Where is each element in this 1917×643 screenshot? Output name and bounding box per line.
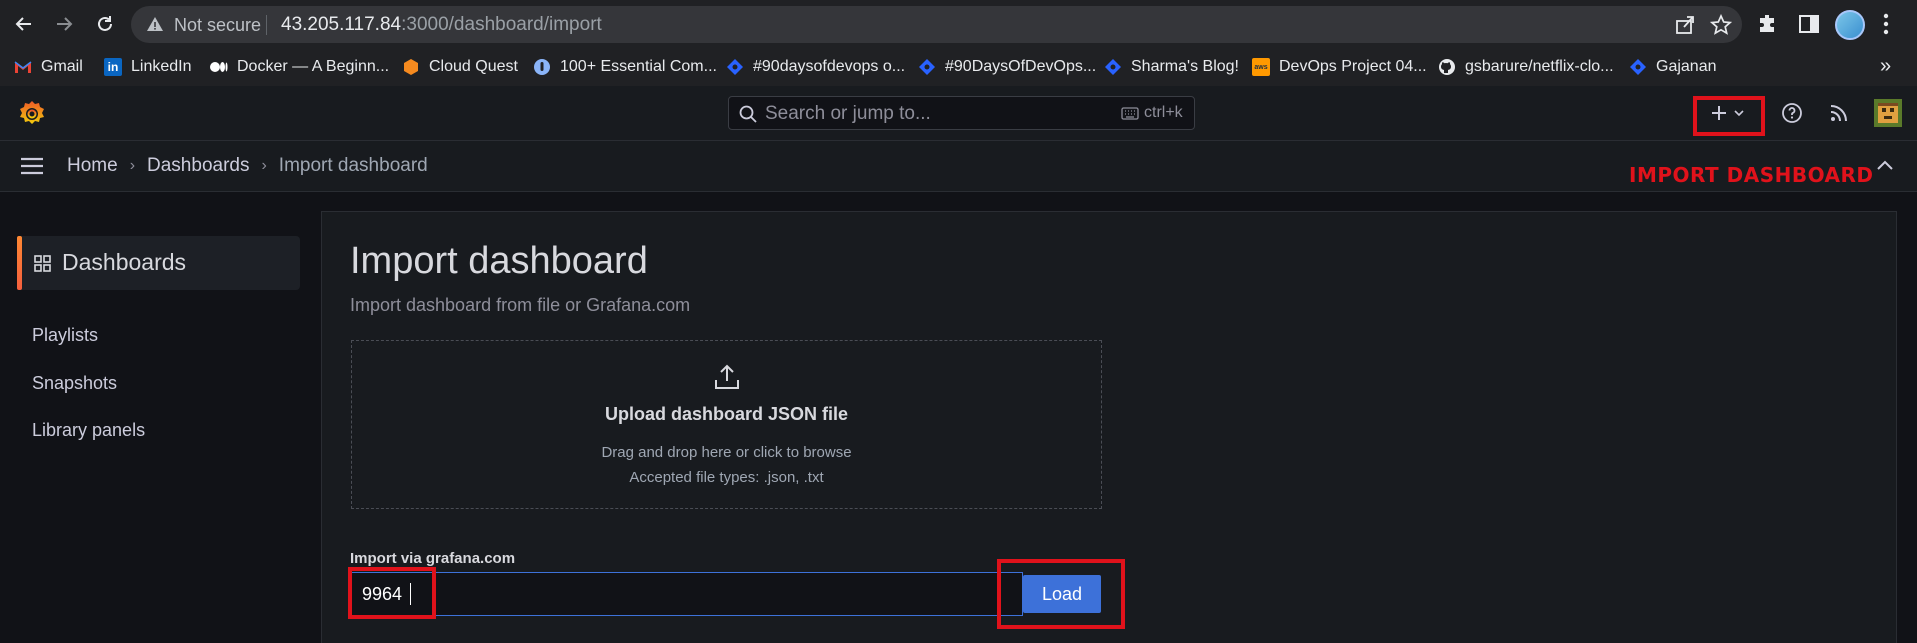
upload-title: Upload dashboard JSON file xyxy=(604,404,849,424)
search-shortcut: ctrl+k xyxy=(1144,104,1183,121)
warning-icon xyxy=(147,17,163,31)
import-via-label: Import via grafana.com xyxy=(350,550,516,567)
page-subtitle: Import dashboard from file or Grafana.co… xyxy=(350,295,691,315)
page-title: Import dashboard xyxy=(350,240,648,282)
bookmark-gmail[interactable]: Gmail xyxy=(14,57,83,77)
site-icon xyxy=(533,58,551,76)
grafana-com-id-input[interactable] xyxy=(362,582,1002,606)
chevron-up-icon[interactable] xyxy=(1876,159,1894,171)
chevron-down-icon xyxy=(1734,110,1744,117)
url-path: :3000/dashboard/import xyxy=(401,14,602,35)
news-feed-icon[interactable] xyxy=(1829,103,1849,123)
bookmark-linkedin[interactable]: in LinkedIn xyxy=(104,57,192,77)
grafana-topbar: Search or jump to... ctrl+k xyxy=(0,86,1917,141)
chrome-menu-icon[interactable] xyxy=(1880,12,1892,36)
sidebar-item-snapshots[interactable]: Snapshots xyxy=(32,373,117,394)
bookmark-label: Sharma's Blog! xyxy=(1131,58,1239,75)
search-box[interactable]: Search or jump to... ctrl+k xyxy=(728,96,1195,130)
sidebar-item-label: Dashboards xyxy=(62,249,187,275)
bookmark-label: DevOps Project 04... xyxy=(1279,58,1427,75)
reload-button[interactable] xyxy=(91,10,119,38)
breadcrumb-separator: › xyxy=(261,157,267,174)
github-icon xyxy=(1438,58,1456,76)
address-bar[interactable]: Not secure 43.205.117.84:3000/dashboard/… xyxy=(131,6,1742,43)
url-text[interactable]: 43.205.117.84:3000/dashboard/import xyxy=(281,14,602,36)
back-button[interactable] xyxy=(10,10,38,38)
bookmark-label: Docker — A Beginn... xyxy=(237,58,390,75)
search-icon xyxy=(739,105,757,123)
bookmark-label: #90DaysOfDevOps... xyxy=(945,58,1097,75)
upload-icon xyxy=(715,364,739,389)
text-cursor xyxy=(410,583,411,605)
plus-icon xyxy=(1712,106,1726,120)
aws-icon: aws xyxy=(1252,58,1270,76)
breadcrumb: Home › Dashboards › Import dashboard xyxy=(67,155,428,177)
url-host: 43.205.117.84 xyxy=(281,14,402,35)
bookmark-label: LinkedIn xyxy=(131,58,192,75)
bookmark-label: Gajanan xyxy=(1656,58,1717,75)
load-button[interactable]: Load xyxy=(1023,575,1101,613)
dashboards-grid-icon xyxy=(34,255,51,272)
bookmark-90daysofdevops[interactable]: #90daysofdevops o... xyxy=(726,57,905,77)
user-avatar[interactable] xyxy=(1874,99,1902,127)
extensions-icon[interactable] xyxy=(1756,12,1780,36)
sidebar-item-library-panels[interactable]: Library panels xyxy=(32,420,145,441)
upload-dropzone[interactable]: Upload dashboard JSON file Drag and drop… xyxy=(351,340,1102,509)
bookmark-label: #90daysofdevops o... xyxy=(753,58,906,75)
bookmark-essential[interactable]: 100+ Essential Com... xyxy=(533,57,717,77)
hashnode-icon xyxy=(1629,58,1647,76)
search-placeholder: Search or jump to... xyxy=(765,103,931,124)
bookmark-label: Gmail xyxy=(41,58,83,75)
bookmark-github[interactable]: gsbarure/netflix-clo... xyxy=(1438,57,1614,77)
forward-arrow-icon xyxy=(57,17,73,31)
side-panel-icon[interactable] xyxy=(1797,12,1821,36)
active-indicator xyxy=(17,236,22,290)
breadcrumb-dashboards[interactable]: Dashboards xyxy=(147,155,249,177)
breadcrumb-separator: › xyxy=(129,157,136,174)
reload-icon xyxy=(98,16,112,31)
keyboard-icon xyxy=(1121,107,1139,120)
medium-icon xyxy=(210,58,228,76)
hashnode-icon xyxy=(918,58,936,76)
bookmark-90daysofdevops-2[interactable]: #90DaysOfDevOps... xyxy=(918,57,1096,77)
import-dashboard-annotation: IMPORT DASHBOARD xyxy=(1629,163,1874,187)
sidebar-item-dashboards[interactable]: Dashboards xyxy=(17,236,300,290)
bookmark-label: 100+ Essential Com... xyxy=(560,58,717,75)
menu-toggle-icon[interactable] xyxy=(20,157,44,175)
bookmarks-overflow-button[interactable]: » xyxy=(1880,55,1891,78)
gmail-icon xyxy=(14,58,32,76)
cloud-quest-icon xyxy=(402,58,420,76)
upload-file-types: Accepted file types: .json, .txt xyxy=(629,469,824,486)
breadcrumb-bar: Home › Dashboards › Import dashboard IMP… xyxy=(0,141,1917,192)
hashnode-icon xyxy=(726,58,744,76)
browser-toolbar: Not secure 43.205.117.84:3000/dashboard/… xyxy=(0,0,1917,49)
linkedin-icon: in xyxy=(104,58,122,76)
omnibox-divider xyxy=(266,15,267,35)
bookmark-sharmas-blog[interactable]: Sharma's Blog! xyxy=(1104,57,1239,77)
bookmark-cloud-quest[interactable]: Cloud Quest xyxy=(402,57,518,77)
profile-avatar[interactable] xyxy=(1835,10,1865,40)
bookmark-star-icon[interactable] xyxy=(1710,14,1732,36)
new-menu-button[interactable] xyxy=(1702,97,1752,129)
bookmarks-bar: Gmail in LinkedIn Docker — A Beginn... C… xyxy=(0,49,1917,87)
hashnode-icon xyxy=(1104,58,1122,76)
bookmark-devops-project[interactable]: aws DevOps Project 04... xyxy=(1252,57,1427,77)
bookmark-label: Cloud Quest xyxy=(429,58,518,75)
share-icon[interactable] xyxy=(1674,14,1696,36)
security-label[interactable]: Not secure xyxy=(174,15,261,36)
sidebar-item-playlists[interactable]: Playlists xyxy=(32,325,98,346)
bookmark-docker[interactable]: Docker — A Beginn... xyxy=(210,57,389,77)
bookmark-label: gsbarure/netflix-clo... xyxy=(1465,58,1614,75)
help-icon[interactable] xyxy=(1781,102,1803,124)
upload-hint: Drag and drop here or click to browse xyxy=(601,444,852,461)
grafana-com-id-field[interactable] xyxy=(351,572,1023,616)
forward-button[interactable] xyxy=(50,10,78,38)
back-arrow-icon xyxy=(15,17,31,31)
bookmark-gajanan[interactable]: Gajanan xyxy=(1629,57,1717,77)
breadcrumb-home[interactable]: Home xyxy=(67,155,118,177)
breadcrumb-current: Import dashboard xyxy=(278,155,428,176)
grafana-logo-icon[interactable] xyxy=(17,99,47,129)
